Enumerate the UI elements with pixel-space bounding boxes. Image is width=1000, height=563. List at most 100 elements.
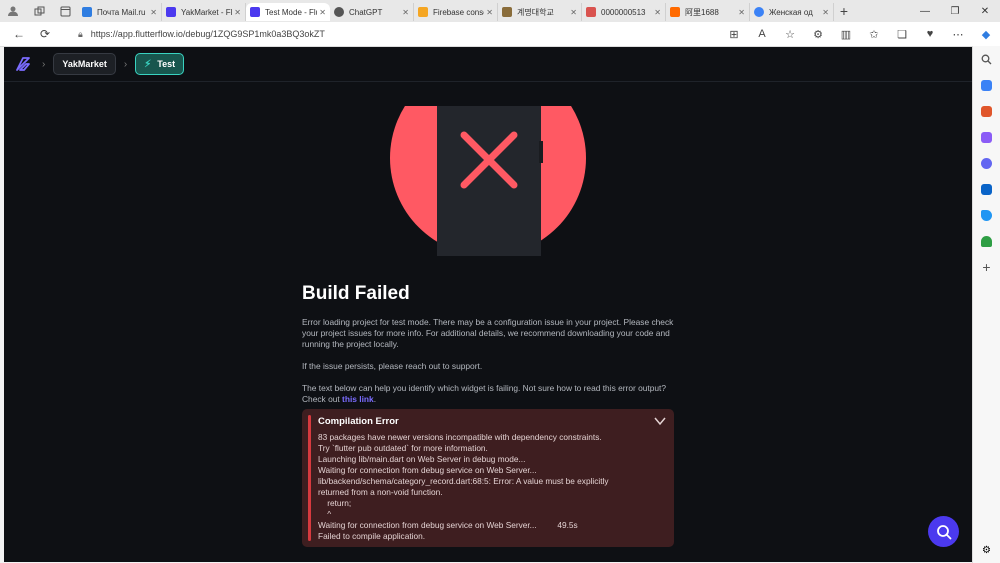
breadcrumb-test-mode[interactable]: ⚡︎ Test [135,53,185,75]
tab-title: 계명대학교 [517,7,554,17]
address-bar: ← ⟳ 🔒︎ https://app.flutterflow.io/debug/… [0,22,1000,47]
close-tab-icon[interactable]: ✕ [486,8,493,17]
flutterflow-favicon-icon [250,7,260,17]
mode-label: Test [157,59,176,69]
collections-icon[interactable]: ❏ [888,28,916,41]
tree-icon[interactable] [973,228,1000,254]
browser-tab-active[interactable]: Test Mode - FlutterFlow ✕ [246,3,330,21]
build-failed-illustration [390,106,586,256]
browser-toolbar: ⊞ A ☆ ⚙ ▥ ✩ ❏ ♥ ⋯ ◆ [720,28,1000,41]
error-log-line: Waiting for connection from debug servic… [318,465,537,475]
tab-title: Почта Mail.ru [97,7,146,17]
chevron-down-icon[interactable] [654,416,666,426]
reload-icon[interactable]: ⟳ [32,27,58,41]
favorites-icon[interactable]: ✩ [860,28,888,41]
new-tab-plus-icon[interactable]: + [834,3,854,19]
favorite-star-icon[interactable]: ☆ [776,28,804,41]
browser-tab[interactable]: Firebase console ✕ [414,3,498,21]
back-arrow-icon[interactable]: ← [6,27,32,41]
close-tab-icon[interactable]: ✕ [234,8,241,17]
browser-tab[interactable]: 계명대학교 ✕ [498,3,582,21]
chevron-right-icon: › [123,58,128,70]
lightning-icon: ⚡︎ [144,58,152,70]
tab-title: YakMarket - FlutterFlow [181,7,233,17]
extensions-icon[interactable]: ⚙ [804,28,832,41]
browser-essentials-icon[interactable]: ♥ [916,28,944,41]
help-note-end: . [373,394,377,404]
workspaces-icon[interactable] [26,0,52,22]
add-sidebar-plus-icon[interactable]: + [973,254,1000,280]
search-fab-button[interactable] [928,516,959,547]
help-link[interactable]: this link [342,394,374,404]
browser-tab[interactable]: YakMarket - FlutterFlow ✕ [162,3,246,21]
browser-tab[interactable]: Женская од ✕ [750,3,834,21]
search-icon [936,524,951,539]
tab-title: 0000000513 [601,7,646,17]
chatgpt-favicon-icon [334,7,344,17]
search-icon[interactable] [973,46,1000,72]
window-controls: — ❐ ✕ [910,6,1000,17]
error-log-line: lib/backend/schema/category_record.dart:… [318,476,609,486]
tab-title: ChatGPT [349,7,383,17]
lock-icon: 🔒︎ [78,28,83,39]
error-log-line: returned from a non-void function. [318,487,443,497]
page-title: Build Failed [302,283,410,304]
browser-tab[interactable]: 0000000513 ✕ [582,3,666,21]
help-note: The text below can help you identify whi… [302,383,674,405]
breadcrumb-project[interactable]: YakMarket [53,53,116,75]
error-description: Error loading project for test mode. The… [302,317,674,349]
close-window-icon[interactable]: ✕ [970,6,1000,17]
office-icon[interactable] [973,150,1000,176]
apps-grid-icon[interactable]: ⊞ [720,28,748,41]
tab-title: 阿里1688 [685,7,719,17]
profile-icon[interactable] [0,0,26,22]
mail-favicon-icon [82,7,92,17]
maximize-icon[interactable]: ❐ [940,6,970,17]
outlook-icon[interactable] [973,176,1000,202]
send-icon[interactable] [973,202,1000,228]
pdf-favicon-icon [586,7,596,17]
browser-tab[interactable]: ChatGPT ✕ [330,3,414,21]
close-tab-icon[interactable]: ✕ [319,8,326,17]
error-log-line: Failed to compile application. [318,531,425,541]
minimize-icon[interactable]: — [910,6,940,17]
error-x-icon [460,131,518,189]
flutterflow-favicon-icon [166,7,176,17]
sidebar-settings-gear-icon[interactable]: ⚙ [973,537,1000,563]
tab-title: Женская од [769,7,813,17]
url-field[interactable]: 🔒︎ https://app.flutterflow.io/debug/1ZQG… [78,25,688,43]
browser-tab[interactable]: 阿里1688 ✕ [666,3,750,21]
more-menu-icon[interactable]: ⋯ [944,28,972,41]
url-text: https://app.flutterflow.io/debug/1ZQG9SP… [90,29,325,39]
edge-sidebar: + ⚙ [972,46,1000,563]
tab-actions-icon[interactable] [52,0,78,22]
split-screen-icon[interactable]: ▥ [832,28,860,41]
close-tab-icon[interactable]: ✕ [822,8,829,17]
close-tab-icon[interactable]: ✕ [570,8,577,17]
close-tab-icon[interactable]: ✕ [402,8,409,17]
browser-tab[interactable]: Почта Mail.ru ✕ [78,3,162,21]
error-log-line: ^ [318,509,332,519]
tab-title: Firebase console [433,7,484,17]
error-content: Build Failed Error loading project for t… [302,283,674,416]
search-favicon-icon [754,7,764,17]
error-accent-bar [308,415,311,541]
error-log-line: Launching lib/main.dart on Web Server in… [318,454,526,464]
alibaba-favicon-icon [670,7,680,17]
tools-briefcase-icon[interactable] [973,98,1000,124]
browser-tab-strip: Почта Mail.ru ✕ YakMarket - FlutterFlow … [0,0,1000,22]
tab-title: Test Mode - FlutterFlow [265,7,317,17]
flutterflow-logo-icon[interactable] [12,53,34,75]
copilot-icon[interactable]: ◆ [972,28,1000,41]
firebase-favicon-icon [418,7,428,17]
close-tab-icon[interactable]: ✕ [738,8,745,17]
error-title: Compilation Error [318,416,399,427]
shopping-tag-icon[interactable] [973,72,1000,98]
error-log-line: Waiting for connection from debug servic… [318,520,578,530]
games-icon[interactable] [973,124,1000,150]
read-aloud-icon[interactable]: A [748,28,776,41]
error-log-line: 83 packages have newer versions incompat… [318,432,602,442]
close-tab-icon[interactable]: ✕ [654,8,661,17]
close-tab-icon[interactable]: ✕ [150,8,157,17]
flutterflow-app: › YakMarket › ⚡︎ Test Build Failed Error… [4,47,972,562]
